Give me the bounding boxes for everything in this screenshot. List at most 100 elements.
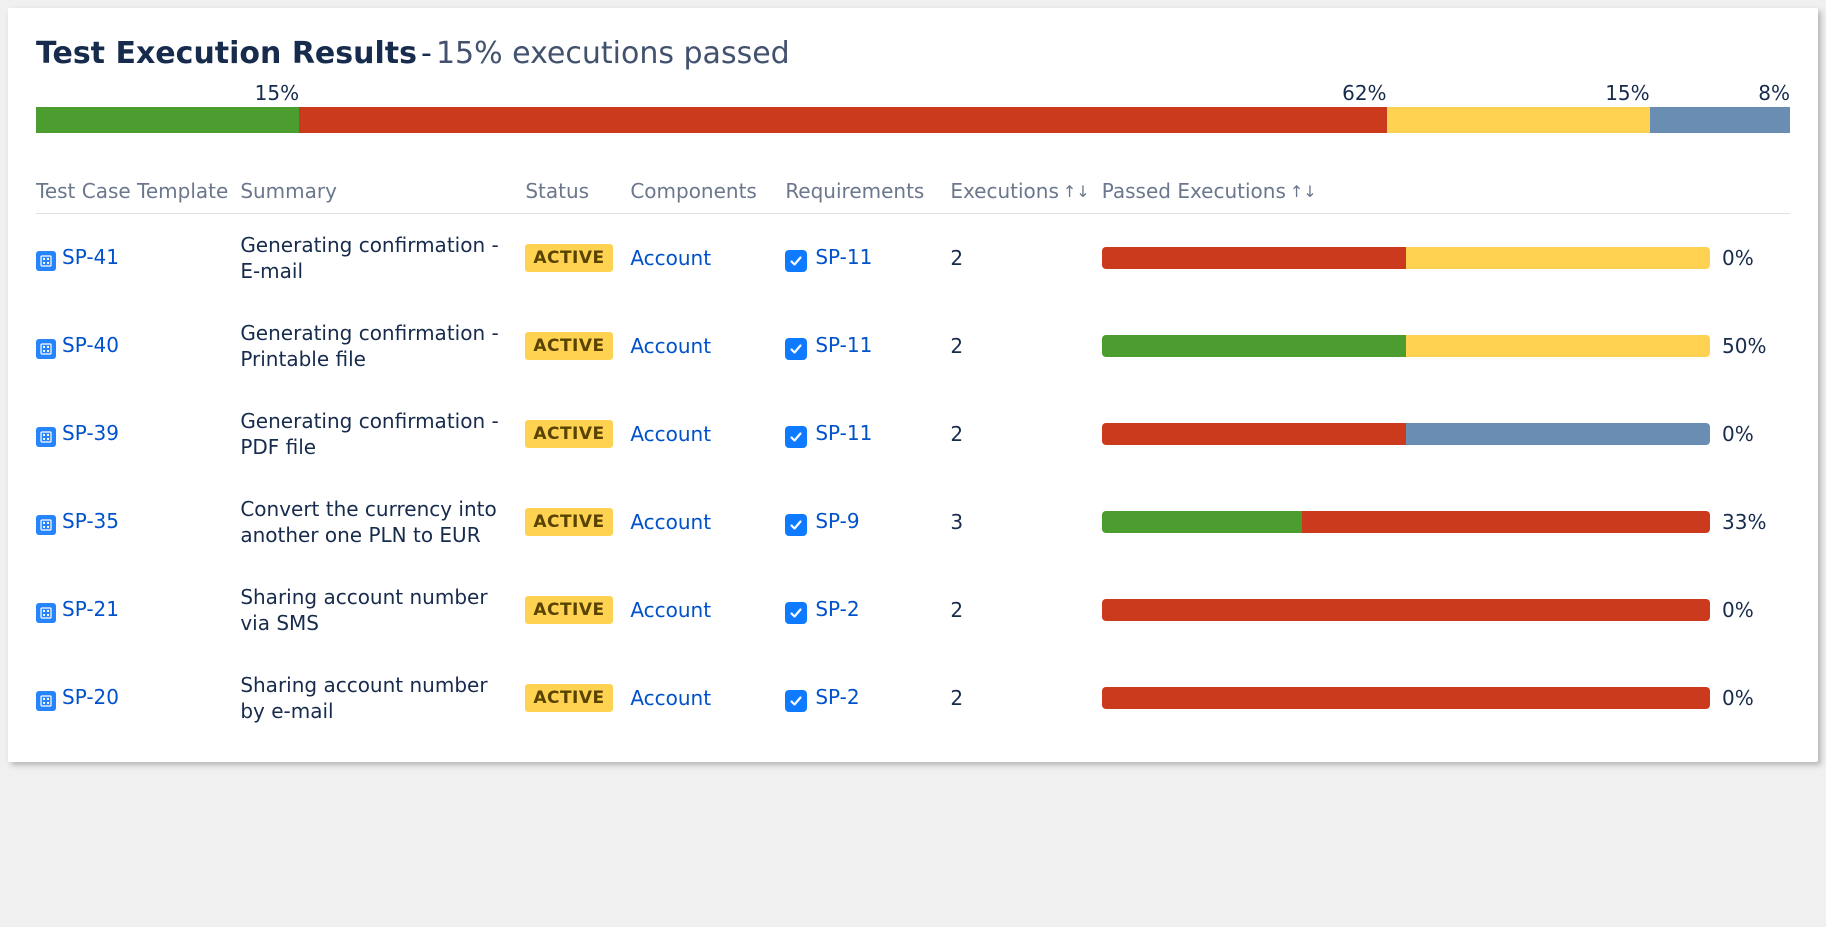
overall-progress-labels: 15%62%15%8% (36, 81, 1790, 107)
title-separator: - (421, 36, 432, 71)
status-badge: ACTIVE (525, 244, 612, 272)
summary-text: Generating confirmation - E-mail (240, 232, 510, 284)
status-badge: ACTIVE (525, 420, 612, 448)
overall-segment-label: 15% (1387, 81, 1650, 107)
passed-progress-segment (1102, 687, 1710, 709)
passed-progress-segment (1102, 599, 1710, 621)
passed-progress-segment (1406, 247, 1710, 269)
checkbox-icon (785, 250, 807, 272)
col-components[interactable]: Components (630, 169, 785, 214)
summary-text: Generating confirmation - PDF file (240, 408, 510, 460)
table-header-row: Test Case Template Summary Status Compon… (36, 169, 1790, 214)
issue-icon (36, 515, 56, 535)
checkbox-icon (785, 602, 807, 624)
issue-link[interactable]: SP-20 (62, 685, 119, 709)
component-link[interactable]: Account (630, 510, 711, 534)
col-status[interactable]: Status (525, 169, 630, 214)
sort-icon: ↑↓ (1063, 182, 1090, 201)
issue-link[interactable]: SP-41 (62, 245, 119, 269)
summary-text: Sharing account number via SMS (240, 584, 510, 636)
col-executions-label: Executions (950, 179, 1059, 203)
issue-icon (36, 339, 56, 359)
passed-progress-bar (1102, 511, 1710, 533)
requirement-link[interactable]: SP-9 (815, 509, 859, 533)
checkbox-icon (785, 426, 807, 448)
component-link[interactable]: Account (630, 334, 711, 358)
passed-progress-bar (1102, 247, 1710, 269)
summary-text: Convert the currency into another one PL… (240, 496, 510, 548)
passed-percentage: 0% (1722, 422, 1778, 446)
passed-progress-segment (1102, 511, 1303, 533)
executions-count: 2 (950, 302, 1101, 390)
requirement-link[interactable]: SP-11 (815, 333, 872, 357)
passed-percentage: 33% (1722, 510, 1778, 534)
overall-segment (36, 107, 299, 133)
table-body: SP-41 Generating confirmation - E-mail ACT… (36, 214, 1790, 743)
component-link[interactable]: Account (630, 598, 711, 622)
executions-count: 3 (950, 478, 1101, 566)
issue-link[interactable]: SP-35 (62, 509, 119, 533)
issue-link[interactable]: SP-21 (62, 597, 119, 621)
summary-text: Sharing account number by e-mail (240, 672, 510, 724)
requirement-link[interactable]: SP-2 (815, 597, 859, 621)
status-badge: ACTIVE (525, 596, 612, 624)
col-summary[interactable]: Summary (240, 169, 525, 214)
issue-link[interactable]: SP-40 (62, 333, 119, 357)
passed-progress-segment (1302, 511, 1710, 533)
summary-text: Generating confirmation - Printable file (240, 320, 510, 372)
passed-progress-bar (1102, 335, 1710, 357)
overall-progress-bar (36, 107, 1790, 133)
overall-segment (299, 107, 1386, 133)
executions-count: 2 (950, 566, 1101, 654)
issue-icon (36, 251, 56, 271)
passed-progress-segment (1102, 247, 1406, 269)
passed-progress-bar (1102, 423, 1710, 445)
passed-percentage: 0% (1722, 598, 1778, 622)
overall-segment (1387, 107, 1650, 133)
table-row: SP-35 Convert the currency into another o… (36, 478, 1790, 566)
page-subtitle: 15% executions passed (436, 36, 790, 71)
col-passed[interactable]: Passed Executions↑↓ (1102, 169, 1790, 214)
checkbox-icon (785, 514, 807, 536)
checkbox-icon (785, 338, 807, 360)
passed-percentage: 50% (1722, 334, 1778, 358)
requirement-link[interactable]: SP-2 (815, 685, 859, 709)
issue-icon (36, 603, 56, 623)
overall-segment-label: 62% (299, 81, 1386, 107)
results-table: Test Case Template Summary Status Compon… (36, 169, 1790, 742)
table-row: SP-40 Generating confirmation - Printable… (36, 302, 1790, 390)
passed-progress-segment (1406, 423, 1710, 445)
table-row: SP-41 Generating confirmation - E-mail ACT… (36, 214, 1790, 303)
status-badge: ACTIVE (525, 332, 612, 360)
col-template[interactable]: Test Case Template (36, 169, 240, 214)
page-title: Test Execution Results (36, 36, 417, 71)
overall-segment-label: 8% (1650, 81, 1790, 107)
component-link[interactable]: Account (630, 686, 711, 710)
component-link[interactable]: Account (630, 422, 711, 446)
passed-progress-bar (1102, 599, 1710, 621)
component-link[interactable]: Account (630, 246, 711, 270)
table-row: SP-39 Generating confirmation - PDF file A… (36, 390, 1790, 478)
status-badge: ACTIVE (525, 684, 612, 712)
passed-progress-bar (1102, 687, 1710, 709)
col-executions[interactable]: Executions↑↓ (950, 169, 1101, 214)
passed-progress-segment (1102, 423, 1406, 445)
issue-link[interactable]: SP-39 (62, 421, 119, 445)
passed-percentage: 0% (1722, 686, 1778, 710)
sort-icon: ↑↓ (1290, 182, 1317, 201)
results-card: Test Execution Results - 15% executions … (8, 8, 1818, 762)
executions-count: 2 (950, 390, 1101, 478)
passed-progress-segment (1102, 335, 1406, 357)
status-badge: ACTIVE (525, 508, 612, 536)
overall-segment (1650, 107, 1790, 133)
requirement-link[interactable]: SP-11 (815, 421, 872, 445)
table-row: SP-21 Sharing account number via SMS ACTIV… (36, 566, 1790, 654)
title-line: Test Execution Results - 15% executions … (36, 36, 1790, 71)
requirement-link[interactable]: SP-11 (815, 245, 872, 269)
col-requirements[interactable]: Requirements (785, 169, 950, 214)
executions-count: 2 (950, 654, 1101, 742)
passed-percentage: 0% (1722, 246, 1778, 270)
issue-icon (36, 427, 56, 447)
executions-count: 2 (950, 214, 1101, 303)
issue-icon (36, 691, 56, 711)
